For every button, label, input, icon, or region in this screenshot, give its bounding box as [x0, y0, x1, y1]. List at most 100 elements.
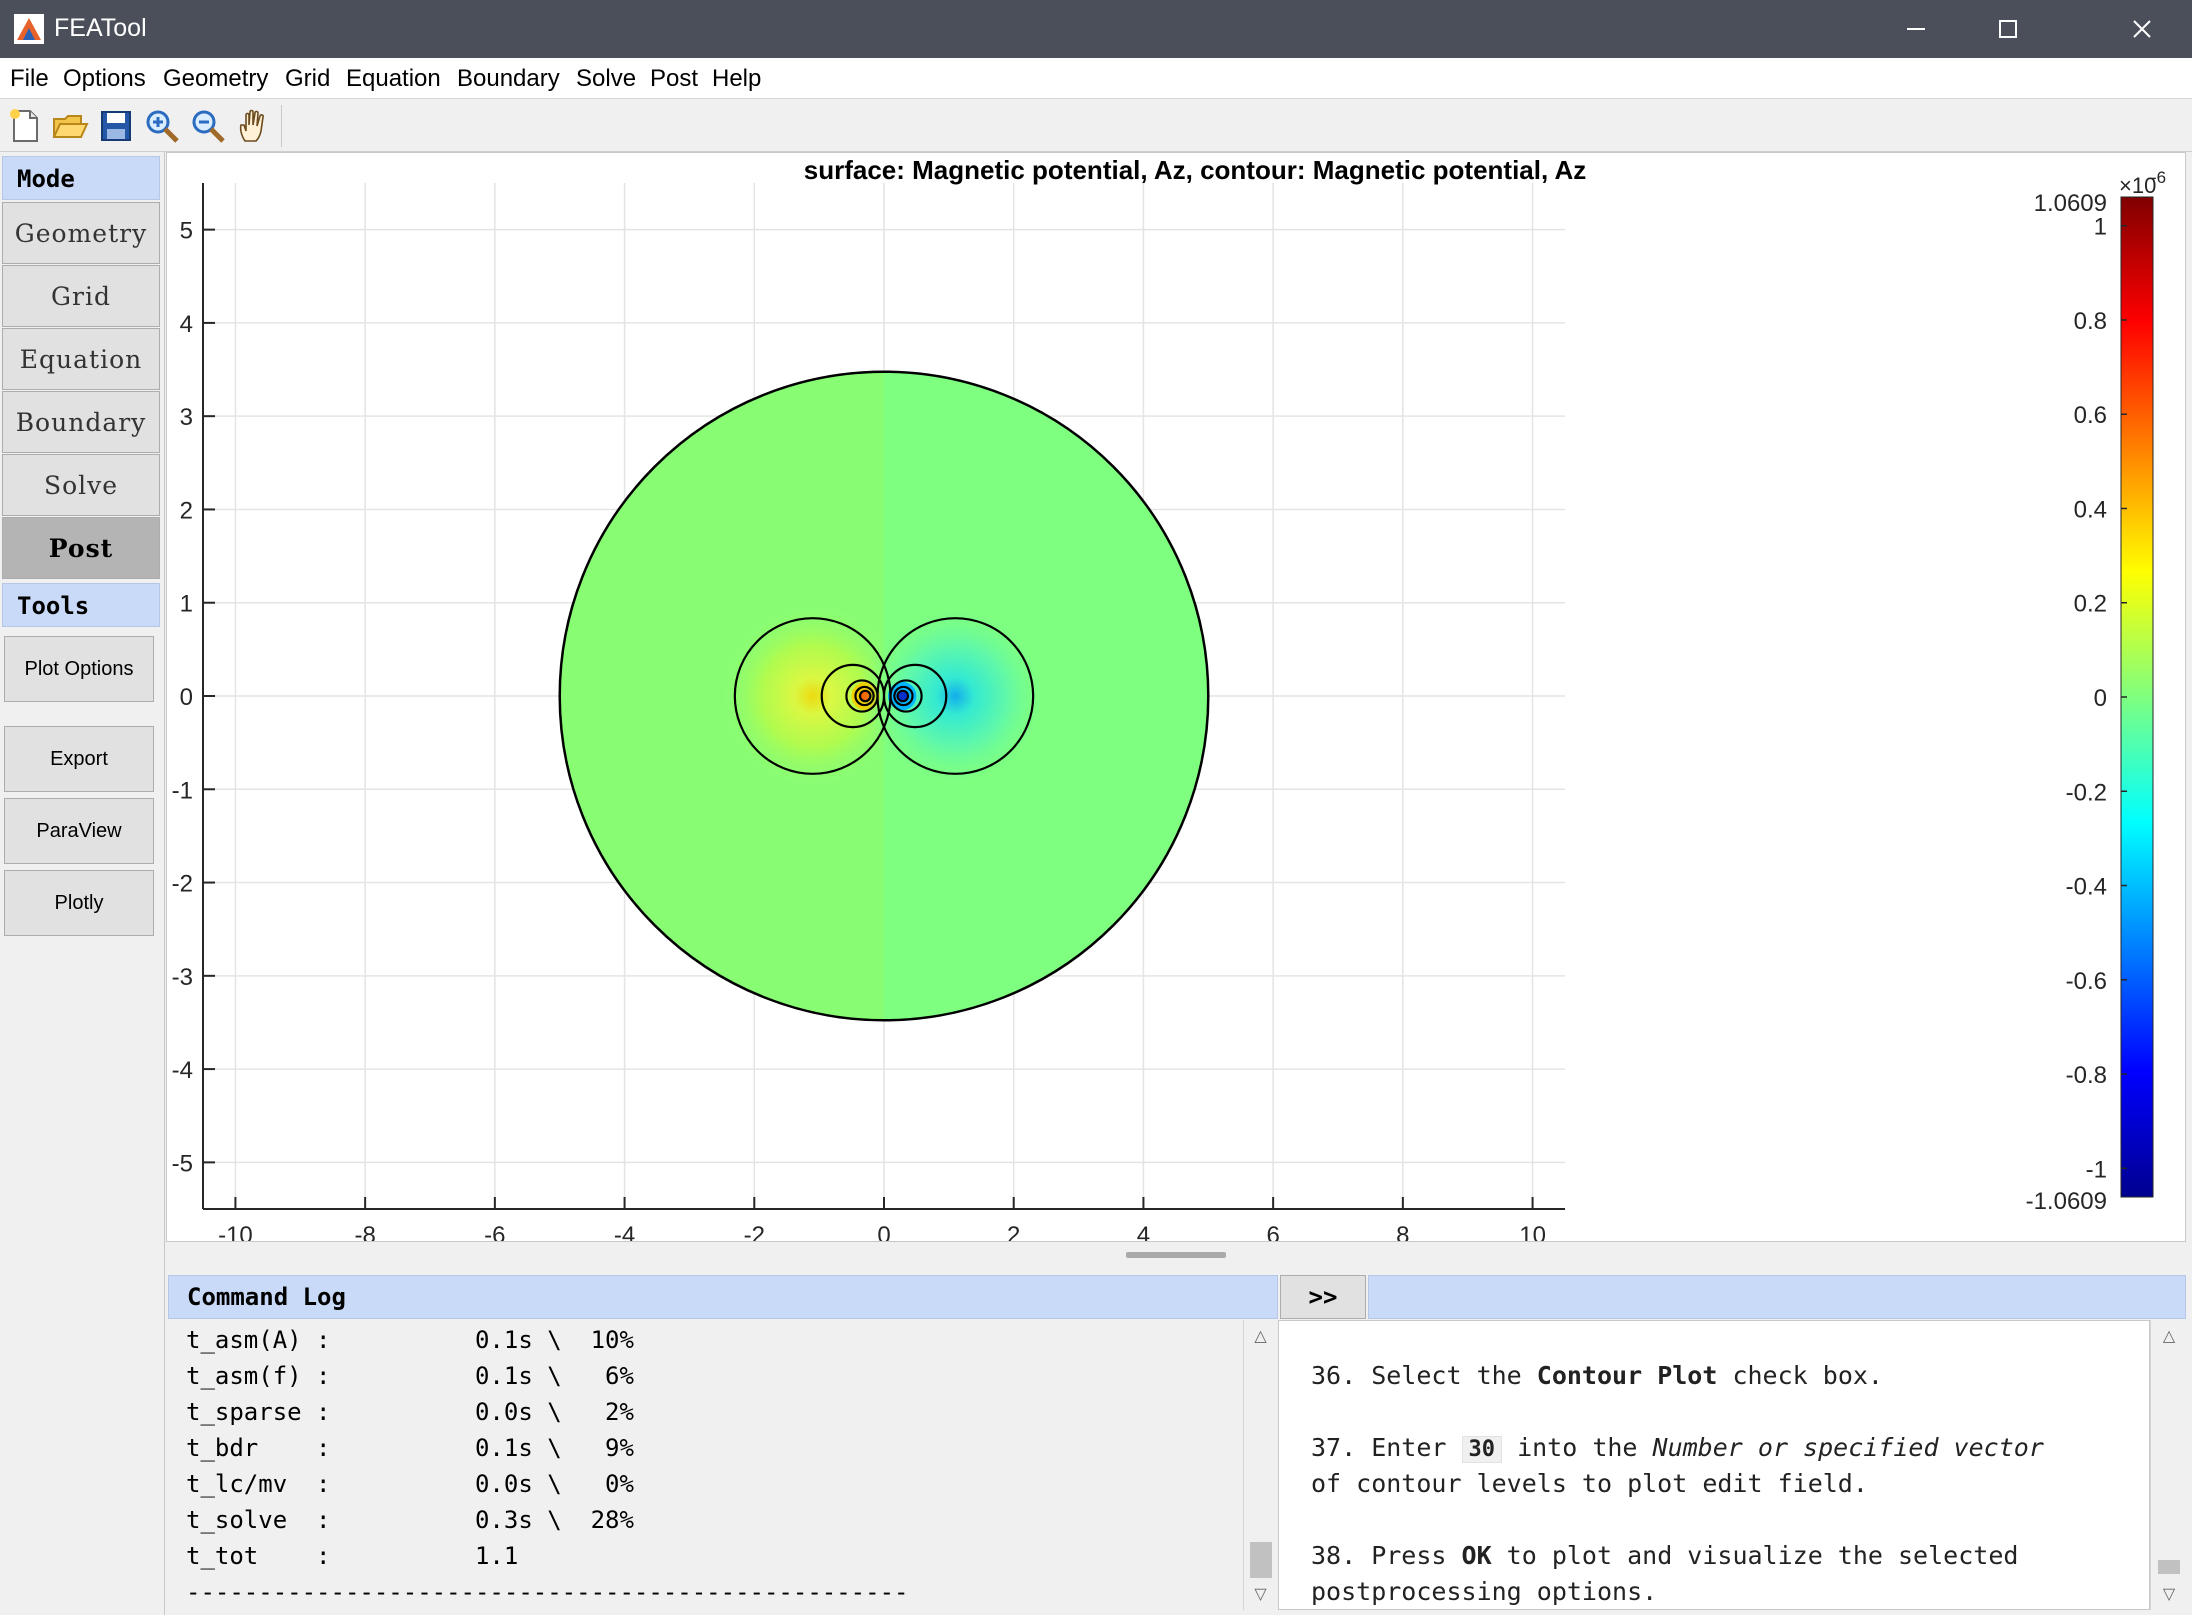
maximize-icon — [1999, 20, 2017, 38]
toolbar — [0, 99, 2192, 152]
mode-solve-button[interactable]: Solve — [2, 454, 160, 516]
y-tick-label: 0 — [180, 684, 193, 711]
colorbar-tick-label: -0.2 — [2066, 779, 2107, 806]
menu-file[interactable]: File — [10, 65, 49, 93]
paraview-button[interactable]: ParaView — [4, 798, 154, 864]
maximize-button[interactable] — [1962, 0, 2054, 58]
window-title: FEATool — [54, 14, 147, 42]
plot-options-button[interactable]: Plot Options — [4, 636, 154, 702]
menu-help[interactable]: Help — [712, 65, 761, 93]
x-tick-label: -4 — [614, 1222, 635, 1242]
help-step-37: 37. Enter 30 into the Number or specifie… — [1311, 1433, 2044, 1463]
scroll-thumb[interactable] — [2158, 1560, 2180, 1574]
mode-header: Mode — [2, 156, 160, 200]
colorbar-tick-label: 0 — [2094, 685, 2107, 712]
minimize-button[interactable] — [1870, 0, 1962, 58]
scroll-thumb[interactable] — [1250, 1542, 1272, 1578]
menu-bar: File Options Geometry Grid Equation Boun… — [0, 58, 2192, 99]
menu-equation[interactable]: Equation — [346, 65, 441, 93]
x-tick-label: 4 — [1137, 1222, 1150, 1242]
save-icon[interactable] — [97, 107, 135, 145]
command-log-body: t_asm(A) : 0.1s \ 10% t_asm(f) : 0.1s \ … — [168, 1320, 1243, 1610]
colorbar-tick-label: 1 — [2094, 214, 2107, 241]
scroll-down-icon[interactable]: ▽ — [1244, 1584, 1277, 1604]
zoom-in-icon[interactable] — [143, 107, 181, 145]
pan-hand-icon[interactable] — [235, 107, 273, 145]
scroll-up-icon[interactable]: △ — [1244, 1326, 1277, 1346]
help-panel-header — [1368, 1275, 2186, 1319]
colorbar: 1 0.8 0.6 0.4 0.2 0 -0.2 -0.4 -0.6 -0.8 -1 1.0609 -1… — [2026, 168, 2167, 1215]
x-tick-label: 10 — [1519, 1222, 1546, 1242]
menu-boundary[interactable]: Boundary — [457, 65, 560, 93]
y-tick-label: -1 — [172, 777, 193, 804]
x-tick-label: -6 — [484, 1222, 505, 1242]
scroll-down-icon[interactable]: ▽ — [2151, 1584, 2187, 1604]
x-tick-label: 8 — [1396, 1222, 1409, 1242]
y-tick-label: 5 — [180, 218, 193, 245]
colorbar-exponent-value: -6 — [2151, 168, 2166, 187]
x-tick-label: 6 — [1266, 1222, 1279, 1242]
y-tick-label: 4 — [180, 311, 193, 338]
featool-logo-icon — [14, 14, 44, 44]
colorbar-min-label: -1.0609 — [2026, 1188, 2107, 1215]
close-button[interactable] — [2096, 0, 2188, 58]
title-bar: FEATool — [0, 0, 2192, 58]
colorbar-tick-label: 0.6 — [2074, 402, 2107, 429]
help-text-panel: 36. Select the Contour Plot check box. 3… — [1278, 1320, 2150, 1610]
colorbar-max-label: 1.0609 — [2034, 190, 2107, 217]
mode-boundary-button[interactable]: Boundary — [2, 391, 160, 453]
mode-post-button[interactable]: Post — [2, 517, 160, 579]
panel-splitter[interactable] — [166, 1244, 2186, 1266]
menu-solve[interactable]: Solve — [576, 65, 636, 93]
x-tick-label: -10 — [218, 1222, 253, 1242]
open-folder-icon[interactable] — [51, 107, 89, 145]
colorbar-tick-label: -0.4 — [2066, 874, 2107, 901]
command-log-scrollbar[interactable]: △ ▽ — [1243, 1320, 1277, 1610]
help-step-36: 36. Select the Contour Plot check box. — [1311, 1361, 1883, 1390]
tools-header: Tools — [2, 583, 160, 627]
y-tick-label: 3 — [180, 404, 193, 431]
y-tick-label: -4 — [172, 1057, 193, 1084]
log-line: t_sparse : 0.0s \ 2% — [186, 1398, 634, 1426]
x-tick-label: 2 — [1007, 1222, 1020, 1242]
mode-geometry-button[interactable]: Geometry — [2, 202, 160, 264]
mode-equation-button[interactable]: Equation — [2, 328, 160, 390]
command-log-header: Command Log — [168, 1275, 1278, 1319]
help-step-37-line2: of contour levels to plot edit field. — [1311, 1469, 1868, 1498]
log-line: ----------------------------------------… — [186, 1578, 909, 1606]
y-tick-label: 1 — [180, 591, 193, 618]
mode-grid-button[interactable]: Grid — [2, 265, 160, 327]
log-line: t_bdr : 0.1s \ 9% — [186, 1434, 634, 1462]
colorbar-tick-label: 0.2 — [2074, 591, 2107, 618]
export-button[interactable]: Export — [4, 726, 154, 792]
plotly-button[interactable]: Plotly — [4, 870, 154, 936]
plot-title: surface: Magnetic potential, Az, contour… — [804, 155, 1586, 185]
zoom-out-icon[interactable] — [189, 107, 227, 145]
menu-grid[interactable]: Grid — [285, 65, 330, 93]
close-icon — [2133, 20, 2151, 38]
menu-options[interactable]: Options — [63, 65, 146, 93]
colorbar-tick-label: 0.8 — [2074, 308, 2107, 335]
command-log-title: Command Log — [187, 1283, 346, 1311]
new-file-icon[interactable] — [6, 107, 44, 145]
help-value-box: 30 — [1461, 1436, 1503, 1463]
plot-svg[interactable]: surface: Magnetic potential, Az, contour… — [167, 153, 2186, 1242]
toggle-panel-button[interactable]: >> — [1280, 1275, 1366, 1319]
y-tick-label: 2 — [180, 497, 193, 524]
menu-post[interactable]: Post — [650, 65, 698, 93]
help-step-38: 38. Press OK to plot and visualize the s… — [1311, 1541, 2019, 1570]
scroll-up-icon[interactable]: △ — [2151, 1326, 2187, 1346]
log-line: t_asm(A) : 0.1s \ 10% — [186, 1326, 634, 1354]
help-scrollbar[interactable]: △ ▽ — [2150, 1320, 2187, 1610]
colorbar-tick-label: 0.4 — [2074, 496, 2107, 523]
menu-geometry[interactable]: Geometry — [163, 65, 268, 93]
log-line: t_solve : 0.3s \ 28% — [186, 1506, 634, 1534]
x-tick-label: 0 — [877, 1222, 890, 1242]
y-tick-label: -2 — [172, 871, 193, 898]
help-step-38-line2: postprocessing options. — [1311, 1577, 1658, 1606]
left-panel: Mode Geometry Grid Equation Boundary Sol… — [0, 152, 165, 1615]
plot-area[interactable]: surface: Magnetic potential, Az, contour… — [166, 152, 2186, 1242]
minimize-icon — [1907, 28, 1925, 30]
x-tick-label: -2 — [744, 1222, 765, 1242]
log-line: t_lc/mv : 0.0s \ 0% — [186, 1470, 634, 1498]
